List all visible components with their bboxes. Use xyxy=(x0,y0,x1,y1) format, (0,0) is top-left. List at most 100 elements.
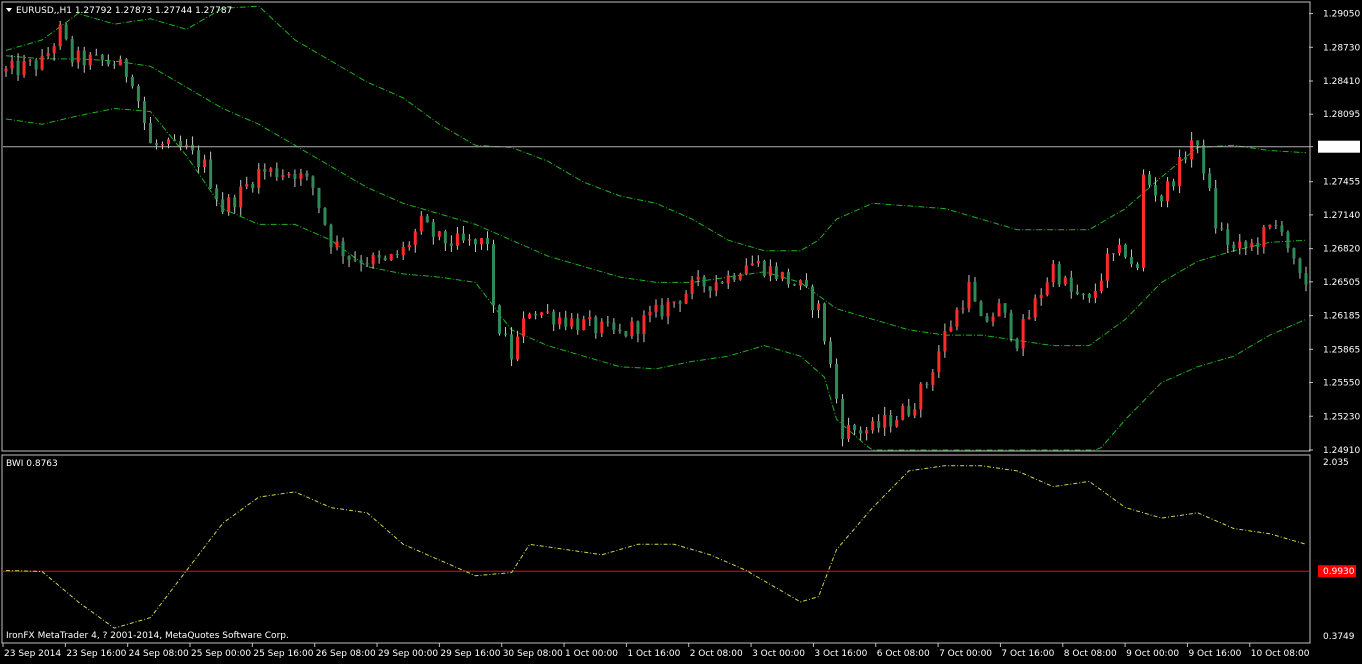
candle-body xyxy=(305,173,309,177)
candle-body xyxy=(492,244,496,306)
candle-body xyxy=(973,281,977,302)
candle-body xyxy=(359,259,363,264)
candle-body xyxy=(979,301,983,317)
candle-body xyxy=(100,54,104,61)
candle-body xyxy=(179,141,183,148)
candle-body xyxy=(1202,145,1206,174)
candle-body xyxy=(823,303,827,342)
candle-body xyxy=(335,241,339,248)
candle-body xyxy=(546,311,550,313)
candle-body xyxy=(173,139,177,142)
time-tick-label: 1 Oct 16:00 xyxy=(627,649,680,659)
candle-body xyxy=(1190,140,1194,160)
candle-body xyxy=(678,301,682,304)
candle-body xyxy=(883,415,887,428)
price-tick-label: 1.27140 xyxy=(1323,211,1360,221)
candle-body xyxy=(804,280,808,287)
candle-body xyxy=(528,313,532,319)
candle-body xyxy=(28,60,32,62)
candle-body xyxy=(594,316,598,334)
candle-body xyxy=(1226,229,1230,245)
candle-body xyxy=(46,53,50,57)
candle-body xyxy=(516,336,520,360)
candle-body xyxy=(877,421,881,428)
candle-body xyxy=(1244,241,1248,247)
candle-body xyxy=(624,331,628,337)
candle-body xyxy=(889,415,893,427)
candle-body xyxy=(1069,277,1073,292)
candle-body xyxy=(1160,195,1164,202)
candle-body xyxy=(52,46,56,54)
candle-body xyxy=(504,333,508,335)
candle-body xyxy=(1292,248,1296,259)
candle-body xyxy=(323,208,327,225)
candle-body xyxy=(1274,224,1278,226)
candle-body xyxy=(720,282,724,284)
time-tick-label: 10 Oct 08:00 xyxy=(1251,649,1310,659)
candle-body xyxy=(847,425,851,439)
time-tick-label: 30 Sep 08:00 xyxy=(503,649,563,659)
candle-body xyxy=(498,305,502,334)
candle-body xyxy=(245,183,249,187)
candle-body xyxy=(443,231,447,244)
candle-body xyxy=(1111,253,1115,255)
candle-body xyxy=(1262,227,1266,248)
candle-body xyxy=(10,60,14,69)
candle-body xyxy=(931,372,935,385)
candle-body xyxy=(859,430,863,434)
candle-body xyxy=(672,301,676,303)
candle-body xyxy=(413,231,417,245)
candle-body xyxy=(576,318,580,331)
candle-body xyxy=(233,197,237,208)
candle-body xyxy=(1009,312,1013,339)
candle-body xyxy=(94,54,98,56)
candle-body xyxy=(395,254,399,256)
candle-body xyxy=(371,254,375,265)
candle-body xyxy=(919,383,923,410)
candle-body xyxy=(407,244,411,247)
candle-body xyxy=(606,321,610,323)
time-tick-label: 9 Oct 00:00 xyxy=(1126,649,1179,659)
candle-body xyxy=(1027,317,1031,320)
candle-body xyxy=(1039,294,1043,299)
candle-body xyxy=(642,315,646,334)
candle-body xyxy=(696,276,700,280)
candle-body xyxy=(925,383,929,385)
chart-canvas[interactable]: 1.29050 1.28730 1.28410 1.28095 1.27787 1.274… xyxy=(0,0,1362,661)
candle-body xyxy=(618,329,622,332)
candle-body xyxy=(774,266,778,279)
candle-body xyxy=(708,286,712,291)
candle-body xyxy=(341,241,345,257)
candle-body xyxy=(221,199,225,213)
candle-body xyxy=(588,316,592,320)
candle-body xyxy=(895,419,899,427)
time-tick-label: 3 Oct 16:00 xyxy=(814,649,867,659)
candle-body xyxy=(714,282,718,291)
candle-body xyxy=(377,254,381,258)
candle-body xyxy=(1033,298,1037,318)
candle-body xyxy=(612,322,616,330)
candle-body xyxy=(654,304,658,312)
candle-body xyxy=(167,139,171,144)
candle-body xyxy=(997,303,1001,317)
candle-body xyxy=(534,313,538,316)
candle-body xyxy=(142,101,146,123)
price-tick-label: 1.24910 xyxy=(1323,446,1360,456)
candle-body xyxy=(365,263,369,265)
candle-body xyxy=(16,60,20,75)
time-tick-label: 7 Oct 00:00 xyxy=(939,649,992,659)
candle-body xyxy=(762,260,766,276)
candle-body xyxy=(136,86,140,102)
chart-window[interactable]: 1.29050 1.28730 1.28410 1.28095 1.27787 1.274… xyxy=(0,0,1362,661)
candle-body xyxy=(780,271,784,279)
candle-body xyxy=(1268,224,1272,228)
candle-body xyxy=(1123,244,1127,258)
candle-body xyxy=(227,197,231,213)
candle-body xyxy=(798,280,802,286)
bwi-tick-label: 2.035 xyxy=(1323,458,1349,468)
bwi-tick-label: 0.3749 xyxy=(1323,632,1355,642)
candle-body xyxy=(756,260,760,264)
time-tick-label: 29 Sep 16:00 xyxy=(440,649,500,659)
candle-body xyxy=(871,421,875,431)
candle-body xyxy=(425,216,429,223)
